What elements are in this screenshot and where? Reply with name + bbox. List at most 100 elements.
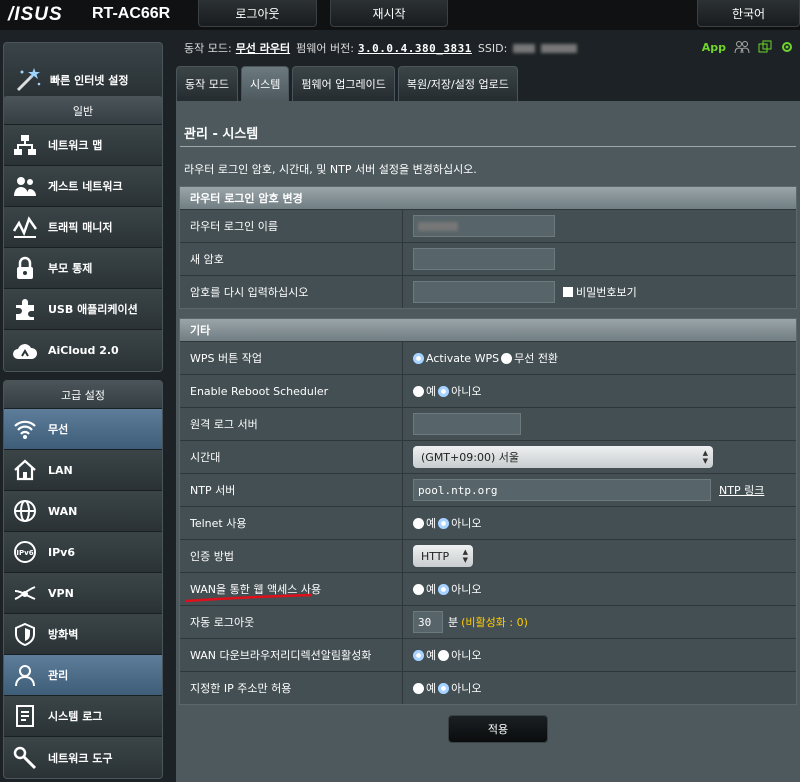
username-input[interactable] (413, 215, 555, 237)
reboot-scheduler-no[interactable]: 아니오 (438, 383, 482, 399)
settings-row: 자동 로그아웃 30 분 (비활성화 : 0) (180, 605, 796, 638)
sidebar-item-usb-application[interactable]: USB 애플리케이션 (4, 289, 162, 330)
sidebar-item-wireless[interactable]: 무선 (4, 409, 162, 450)
telnet-yes[interactable]: 예 (413, 515, 436, 531)
firewall-icon (12, 621, 38, 647)
tab-operation-mode[interactable]: 동작 모드 (176, 66, 238, 101)
new-password-input[interactable] (413, 248, 555, 270)
show-password-checkbox[interactable] (563, 287, 573, 297)
auth-method-select[interactable]: HTTP ▲ ▼ (413, 545, 473, 567)
radio-selected[interactable] (438, 682, 450, 694)
wps-activate-option[interactable]: Activate WPS (413, 352, 499, 365)
reboot-scheduler-label: Enable Reboot Scheduler (180, 375, 403, 407)
sidebar-item-label: 시스템 로그 (48, 710, 103, 723)
mode-value-link[interactable]: 무선 라우터 (236, 40, 290, 56)
sidebar-item-administration[interactable]: 관리 (4, 655, 162, 696)
reboot-button[interactable]: 재시작 (330, 0, 448, 27)
sidebar-item-wan[interactable]: WAN (4, 491, 162, 532)
wps-wireless-toggle-option[interactable]: 무선 전환 (501, 350, 558, 366)
sidebar-item-firewall[interactable]: 방화벽 (4, 614, 162, 655)
top-bar: /ISUS RT-AC66R 로그아웃 재시작 한국어 (0, 0, 800, 30)
radio-selected[interactable] (438, 385, 450, 397)
option-label: 예 (426, 385, 437, 398)
sidebar-item-vpn[interactable]: VPN (4, 573, 162, 614)
red-annotation-underline (185, 593, 313, 603)
sidebar-item-label: 부모 통제 (48, 262, 93, 275)
sidebar-item-label: 관리 (48, 669, 69, 682)
settings-row: 라우터 로그인 이름 (180, 209, 796, 242)
wan-access-yes[interactable]: 예 (413, 581, 436, 597)
apply-button[interactable]: 적용 (448, 715, 548, 743)
settings-row: 암호를 다시 입력하십시오 비밀번호보기 (180, 275, 796, 308)
misc-section: 기타 WPS 버튼 작업 Activate WPS 무선 전환 Enable R… (179, 318, 797, 705)
ntp-link[interactable]: NTP 링크 (719, 482, 764, 498)
reboot-scheduler-yes[interactable]: 예 (413, 383, 436, 399)
title-divider (180, 146, 796, 147)
language-button[interactable]: 한국어 (697, 0, 800, 27)
usb-app-icon (12, 296, 38, 322)
sidebar-item-traffic-manager[interactable]: 트래픽 매니저 (4, 207, 162, 248)
radio[interactable] (501, 352, 513, 364)
sidebar-item-guest-network[interactable]: 게스트 네트워크 (4, 166, 162, 207)
option-label: 예 (426, 682, 437, 695)
radio[interactable] (413, 682, 424, 694)
remote-log-input[interactable] (413, 413, 521, 435)
retype-password-input[interactable] (413, 281, 555, 303)
radio[interactable] (413, 583, 424, 595)
radio[interactable] (413, 517, 424, 529)
firmware-version-link[interactable]: 3.0.0.4.380_3831 (358, 42, 472, 55)
wan-redirect-no[interactable]: 아니오 (438, 647, 482, 663)
sidebar-item-label: LAN (48, 463, 73, 477)
settings-gear-icon[interactable] (780, 40, 794, 54)
sidebar-item-aicloud[interactable]: AiCloud 2.0 (4, 330, 162, 371)
tab-restore-save-upload[interactable]: 복원/저장/설정 업로드 (397, 66, 518, 101)
radio-selected[interactable] (438, 583, 450, 595)
lan-icon (12, 457, 38, 483)
ssid-label: SSID: (477, 41, 508, 55)
sidebar: 빠른 인터넷 설정 일반 네트워크 맵 게스트 네트워크 트래픽 매니저 부모 … (0, 30, 170, 782)
ip-allow-yes[interactable]: 예 (413, 680, 436, 696)
timezone-label: 시간대 (180, 441, 403, 473)
option-label: 아니오 (451, 385, 482, 398)
sidebar-item-network-tools[interactable]: 네트워크 도구 (4, 737, 162, 778)
firmware-label: 펌웨어 버전: (296, 42, 354, 55)
radio[interactable] (438, 649, 450, 661)
settings-row: WAN 다운브라우저리디렉션알림활성화 예 아니오 (180, 638, 796, 671)
quick-setup-label: 빠른 인터넷 설정 (50, 74, 129, 87)
radio-selected[interactable] (413, 649, 424, 661)
option-label: 아니오 (451, 517, 482, 530)
sidebar-item-label: 방화벽 (48, 628, 79, 641)
auth-method-label: 인증 방법 (180, 540, 403, 572)
tab-firmware-upgrade[interactable]: 펌웨어 업그레이드 (292, 66, 395, 101)
asus-logo[interactable]: /ISUS (8, 4, 63, 26)
radio-selected[interactable] (413, 352, 424, 364)
radio[interactable] (413, 385, 424, 397)
vpn-icon (12, 580, 38, 606)
auto-logout-input[interactable]: 30 (413, 611, 443, 633)
sidebar-item-parental-control[interactable]: 부모 통제 (4, 248, 162, 289)
sidebar-item-ipv6[interactable]: IPv6 IPv6 (4, 532, 162, 573)
ip-allow-no[interactable]: 아니오 (438, 680, 482, 696)
logout-button[interactable]: 로그아웃 (198, 0, 317, 27)
sidebar-item-network-map[interactable]: 네트워크 맵 (4, 125, 162, 166)
wan-redirect-yes[interactable]: 예 (413, 647, 436, 663)
sidebar-item-label: VPN (48, 586, 74, 600)
option-label: 무선 전환 (514, 352, 559, 365)
timezone-value: (GMT+09:00) 서울 (421, 451, 519, 464)
select-arrows-icon: ▲ ▼ (702, 449, 708, 465)
app-link[interactable]: App (702, 41, 726, 54)
magic-wand-icon (16, 68, 41, 92)
ntp-server-input[interactable]: pool.ntp.org (413, 479, 711, 501)
usb-status-icon[interactable] (758, 40, 772, 54)
wan-access-no[interactable]: 아니오 (438, 581, 482, 597)
radio-selected[interactable] (438, 517, 450, 529)
telnet-no[interactable]: 아니오 (438, 515, 482, 531)
clients-icon[interactable] (734, 40, 750, 54)
sidebar-item-lan[interactable]: LAN (4, 450, 162, 491)
settings-row: 새 암호 (180, 242, 796, 275)
sidebar-item-system-log[interactable]: 시스템 로그 (4, 696, 162, 737)
wan-redirect-label: WAN 다운브라우저리디렉션알림활성화 (180, 639, 403, 671)
sidebar-item-label: 트래픽 매니저 (48, 221, 113, 234)
timezone-select[interactable]: (GMT+09:00) 서울 ▲ ▼ (413, 446, 713, 468)
tab-system[interactable]: 시스템 (240, 66, 290, 101)
